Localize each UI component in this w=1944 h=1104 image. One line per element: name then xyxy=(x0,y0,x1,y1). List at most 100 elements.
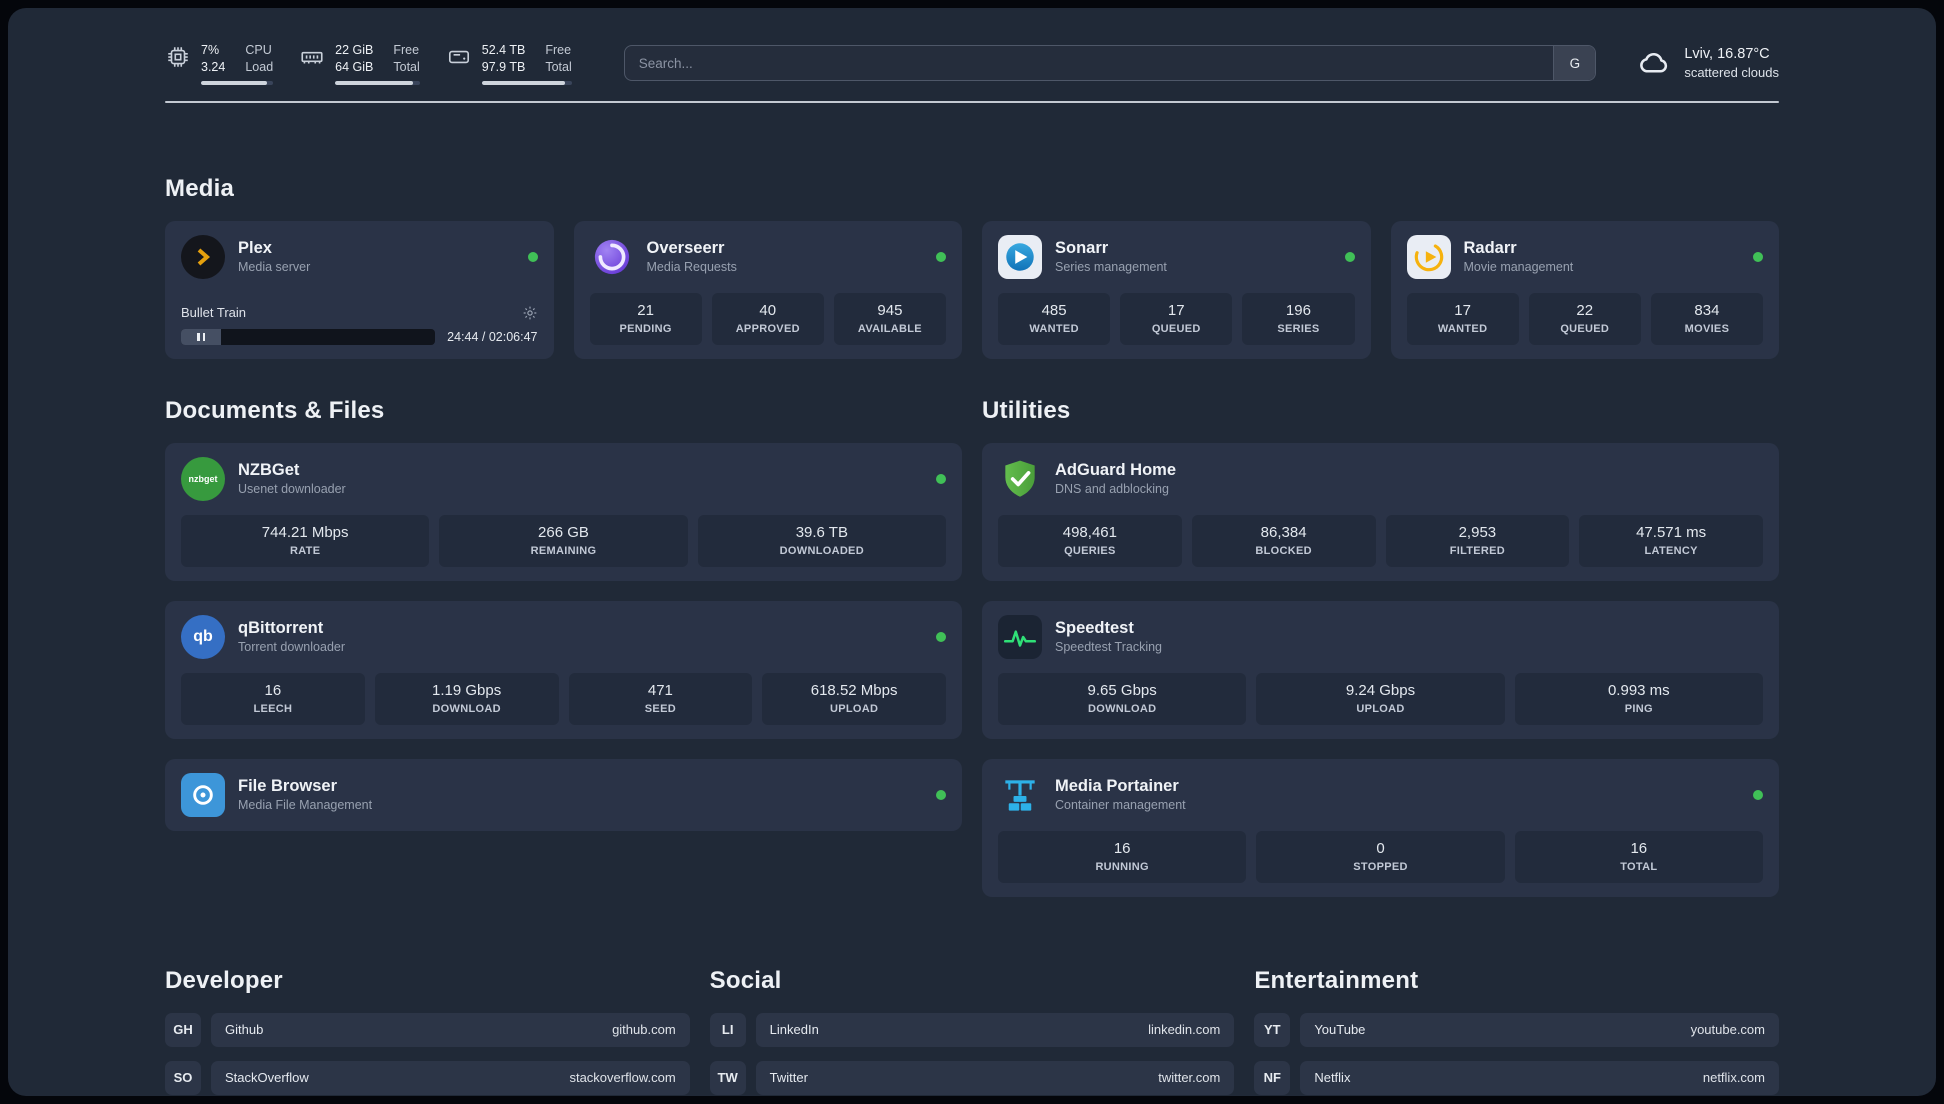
stat-stopped: 0 STOPPED xyxy=(1256,830,1505,883)
bookmark-column-entertainment: Entertainment YT YouTube youtube.com NF … xyxy=(1254,967,1779,1096)
speedtest-icon xyxy=(998,614,1042,659)
stat-wanted: 485 WANTED xyxy=(998,292,1111,345)
bookmark-pill[interactable]: LinkedIn linkedin.com xyxy=(755,1012,1235,1047)
radarr-icon xyxy=(1406,234,1451,279)
stat-download: 9.65 Gbps DOWNLOAD xyxy=(998,672,1247,725)
search-input[interactable] xyxy=(624,46,1554,81)
section-title-developer: Developer xyxy=(165,966,283,994)
ram-total-label: Total xyxy=(393,59,420,74)
bookmark-linkedin[interactable]: LI LinkedIn linkedin.com xyxy=(709,1012,1235,1047)
bookmark-pill[interactable]: Twitter twitter.com xyxy=(755,1060,1235,1095)
status-dot xyxy=(1344,251,1355,262)
stat-queued: 22 QUEUED xyxy=(1528,292,1641,345)
topbar-divider xyxy=(165,100,1779,103)
search-engine-button[interactable]: G xyxy=(1553,46,1596,81)
app-card-plex[interactable]: Plex Media server Bullet Train 24:44 / 0… xyxy=(165,220,554,359)
stat-download: 1.19 Gbps DOWNLOAD xyxy=(374,672,559,725)
bookmark-abbr[interactable]: GH xyxy=(165,1012,201,1047)
now-playing-title: Bullet Train xyxy=(181,305,247,321)
app-title: Plex xyxy=(238,238,272,257)
status-dot xyxy=(936,473,946,484)
stat-upload: 9.24 Gbps UPLOAD xyxy=(1256,672,1505,725)
bookmark-youtube[interactable]: YT YouTube youtube.com xyxy=(1254,1012,1779,1047)
stat-leech: 16 LEECH xyxy=(181,672,365,725)
cpu-icon xyxy=(168,47,188,67)
playback-progress-bar[interactable] xyxy=(181,328,436,345)
stat-ping: 0.993 ms PING xyxy=(1514,672,1763,725)
gear-icon[interactable] xyxy=(522,305,538,321)
status-dot xyxy=(527,251,538,262)
bookmark-pill[interactable]: StackOverflow stackoverflow.com xyxy=(211,1060,690,1095)
cpu-label: CPU xyxy=(245,43,272,57)
disk-free-value: 52.4 TB xyxy=(481,43,526,57)
stat-rate: 744.21 Mbps RATE xyxy=(181,514,430,567)
app-card-overseerr[interactable]: Overseerr Media Requests 21 PENDING 40 APP… xyxy=(573,220,962,359)
app-card-radarr[interactable]: Radarr Movie management 17 WANTED 22 QUEUE… xyxy=(1390,220,1779,359)
nzbget-icon: nzbget xyxy=(181,456,225,501)
cpu-value: 7% xyxy=(201,43,220,57)
bookmark-github[interactable]: GH Github github.com xyxy=(165,1012,690,1047)
bookmark-pill[interactable]: YouTube youtube.com xyxy=(1300,1012,1779,1047)
app-subtitle: Torrent downloader xyxy=(238,640,346,655)
bookmark-abbr[interactable]: YT xyxy=(1254,1012,1291,1047)
disk-total-value: 97.9 TB xyxy=(481,59,526,74)
filebrowser-icon xyxy=(181,772,225,817)
app-title: NZBGet xyxy=(238,460,300,479)
app-card-sonarr[interactable]: Sonarr Series management 485 WANTED 17 QUE… xyxy=(982,220,1371,359)
status-dot xyxy=(1753,251,1763,262)
app-card-filebrowser[interactable]: File Browser Media File Management xyxy=(165,758,962,831)
status-dot xyxy=(936,789,946,800)
stat-wanted: 17 WANTED xyxy=(1406,292,1519,345)
app-title: Sonarr xyxy=(1055,238,1109,257)
app-title: AdGuard Home xyxy=(1055,460,1177,479)
status-dot xyxy=(1753,789,1763,800)
app-card-nzbget[interactable]: nzbget NZBGet Usenet downloader 744.21 M… xyxy=(165,442,962,581)
stat-queued: 17 QUEUED xyxy=(1120,292,1233,345)
bookmark-pill[interactable]: Github github.com xyxy=(211,1012,690,1047)
disk-total-label: Total xyxy=(545,59,572,74)
stat-total: 16 TOTAL xyxy=(1514,830,1763,883)
app-subtitle: DNS and adblocking xyxy=(1055,482,1169,497)
ram-icon xyxy=(301,51,323,64)
search-bar: G xyxy=(623,45,1597,82)
section-title-utilities: Utilities xyxy=(982,396,1071,424)
app-title: Media Portainer xyxy=(1055,776,1179,795)
adguard-icon xyxy=(998,457,1042,501)
bookmark-abbr[interactable]: NF xyxy=(1254,1060,1291,1095)
bookmark-netflix[interactable]: NF Netflix netflix.com xyxy=(1254,1060,1779,1095)
bookmark-abbr[interactable]: LI xyxy=(709,1012,746,1047)
app-title: File Browser xyxy=(238,776,338,795)
app-card-speedtest[interactable]: Speedtest Speedtest Tracking 9.65 Gbps DO… xyxy=(982,600,1779,739)
bookmark-abbr[interactable]: TW xyxy=(709,1060,746,1095)
weather-condition: scattered clouds xyxy=(1684,65,1779,81)
app-card-adguard[interactable]: AdGuard Home DNS and adblocking 498,461 Q… xyxy=(982,442,1779,581)
ram-total-value: 64 GiB xyxy=(335,59,374,74)
app-card-portainer[interactable]: Media Portainer Container management 16 R… xyxy=(982,758,1779,897)
section-title-media: Media xyxy=(165,174,235,202)
ram-free-label: Free xyxy=(393,43,420,57)
playback-time: 24:44 / 02:06:47 xyxy=(447,329,538,344)
bookmark-twitter[interactable]: TW Twitter twitter.com xyxy=(709,1060,1235,1095)
cpu-progress-bar xyxy=(201,80,274,85)
cpu-load-label: Load xyxy=(245,59,274,74)
bookmark-column-social: Social LI LinkedIn linkedin.com TW Twitt… xyxy=(709,967,1235,1096)
section-title-documents: Documents & Files xyxy=(165,396,385,424)
qbittorrent-icon: qb xyxy=(181,614,225,659)
app-subtitle: Movie management xyxy=(1463,260,1574,275)
bookmark-pill[interactable]: Netflix netflix.com xyxy=(1300,1060,1779,1095)
bookmark-abbr[interactable]: SO xyxy=(165,1060,201,1095)
app-card-qbittorrent[interactable]: qb qBittorrent Torrent downloader 16 LEEC… xyxy=(165,600,962,739)
dashboard-page: 7% 3.24 CPU Load 22 GiB 64 GiB Free Total xyxy=(8,8,1936,1096)
stat-remaining: 266 GB REMAINING xyxy=(439,514,688,567)
overseerr-icon xyxy=(590,235,634,279)
pause-icon[interactable] xyxy=(181,328,221,345)
app-title: Overseerr xyxy=(646,238,725,257)
stat-filtered: 2,953 FILTERED xyxy=(1385,514,1570,567)
app-title: Radarr xyxy=(1463,238,1517,257)
cloud-icon xyxy=(1640,53,1668,73)
stat-available: 945 AVAILABLE xyxy=(833,292,947,345)
app-subtitle: Media server xyxy=(238,260,311,275)
bookmark-stackoverflow[interactable]: SO StackOverflow stackoverflow.com xyxy=(165,1060,690,1095)
stat-series: 196 SERIES xyxy=(1242,292,1355,345)
stat-queries: 498,461 QUERIES xyxy=(998,514,1182,567)
